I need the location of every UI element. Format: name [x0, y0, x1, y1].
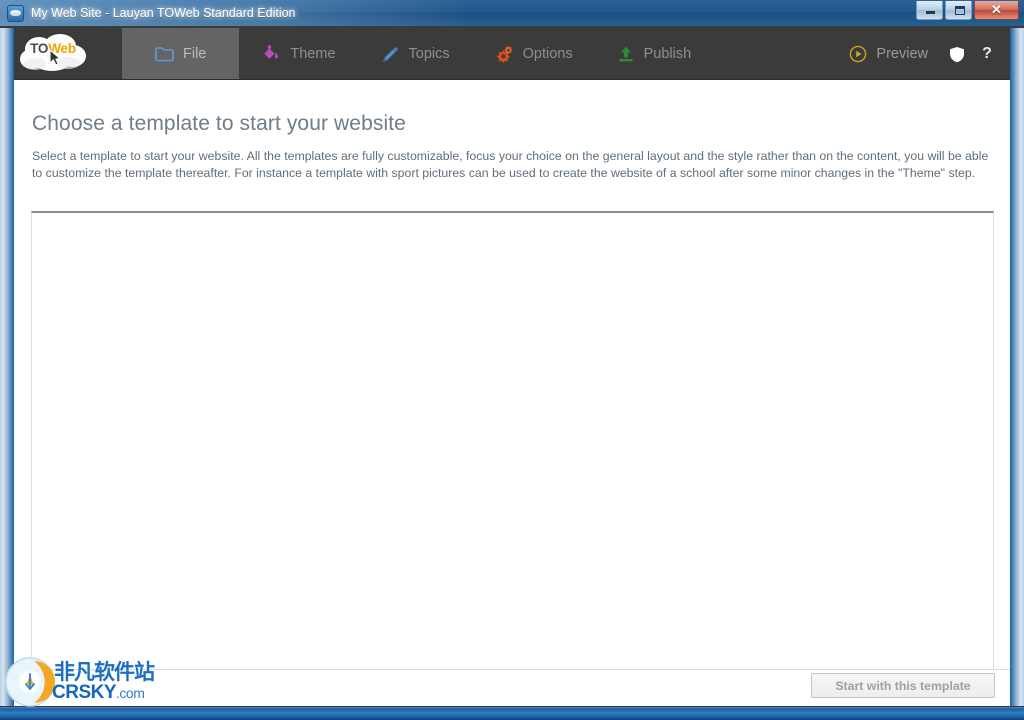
paint-bucket-icon [261, 45, 281, 63]
preview-label: Preview [876, 46, 928, 62]
tab-theme[interactable]: Theme [239, 28, 357, 80]
play-circle-icon [849, 45, 867, 63]
cloud-icon [7, 4, 24, 22]
tab-file-label: File [183, 46, 207, 62]
tab-options[interactable]: Options [472, 28, 595, 80]
minimize-button[interactable] [916, 1, 943, 20]
gears-icon [494, 45, 514, 63]
tab-publish-label: Publish [643, 46, 692, 62]
tab-file[interactable]: File [122, 28, 240, 80]
upload-icon [617, 45, 635, 63]
start-with-template-button[interactable]: Start with this template [811, 673, 995, 698]
pencil-icon [380, 45, 400, 63]
window-title: My Web Site - Lauyan TOWeb Standard Edit… [31, 6, 296, 20]
close-button[interactable]: ✕ [974, 1, 1019, 20]
folder-icon [155, 46, 174, 62]
template-gallery-panel[interactable] [31, 211, 994, 670]
maximize-button[interactable] [945, 1, 972, 20]
ribbon-right-actions: Preview ? [835, 28, 1002, 80]
window-frame-bottom [0, 706, 1024, 720]
main-content: Choose a template to start your website … [14, 80, 1010, 706]
logo-text-to: TO [30, 40, 49, 56]
title-bar: My Web Site - Lauyan TOWeb Standard Edit… [0, 0, 1024, 28]
toweb-logo-text: TO Web [18, 29, 88, 67]
question-mark-icon[interactable]: ? [972, 28, 1002, 80]
tab-topics[interactable]: Topics [358, 28, 472, 80]
page-description: Select a template to start your website.… [32, 149, 989, 180]
window-frame: My Web Site - Lauyan TOWeb Standard Edit… [0, 0, 1024, 720]
tab-publish[interactable]: Publish [595, 28, 714, 80]
close-icon: ✕ [991, 1, 1002, 17]
ribbon-tabs: File Theme Topics Options Publish [122, 28, 713, 80]
tab-theme-label: Theme [290, 46, 336, 62]
window-controls: ✕ [914, 1, 1019, 23]
title-bar-left: My Web Site - Lauyan TOWeb Standard Edit… [7, 0, 296, 26]
shield-icon[interactable] [942, 28, 972, 80]
tab-options-label: Options [522, 46, 573, 62]
minimize-icon [926, 11, 935, 14]
maximize-icon [955, 6, 965, 15]
logo-text-web: Web [48, 40, 76, 56]
ribbon-toolbar: TO Web File Theme Topics Options Publish… [14, 28, 1010, 80]
toweb-logo[interactable]: TO Web [18, 29, 92, 77]
tab-topics-label: Topics [408, 46, 450, 62]
preview-button[interactable]: Preview [835, 45, 942, 63]
footer-bar: Start with this template [14, 669, 1010, 706]
application-body: TO Web File Theme Topics Options Publish… [14, 28, 1010, 706]
page-title: Choose a template to start your website [32, 112, 406, 135]
